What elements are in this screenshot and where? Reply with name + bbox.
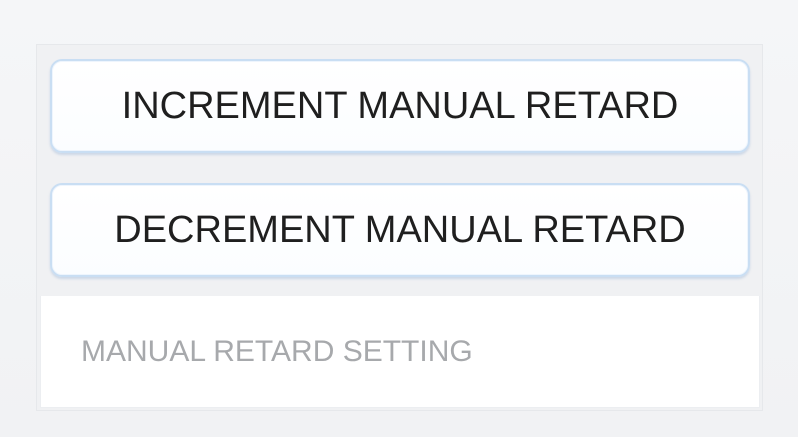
increment-manual-retard-button[interactable]: INCREMENT MANUAL RETARD <box>50 59 750 153</box>
manual-retard-setting-field[interactable] <box>40 296 760 408</box>
manual-retard-setting-input[interactable] <box>81 296 759 407</box>
decrement-manual-retard-button[interactable]: DECREMENT MANUAL RETARD <box>50 183 750 277</box>
manual-retard-screen: INCREMENT MANUAL RETARD DECREMENT MANUAL… <box>0 0 798 437</box>
